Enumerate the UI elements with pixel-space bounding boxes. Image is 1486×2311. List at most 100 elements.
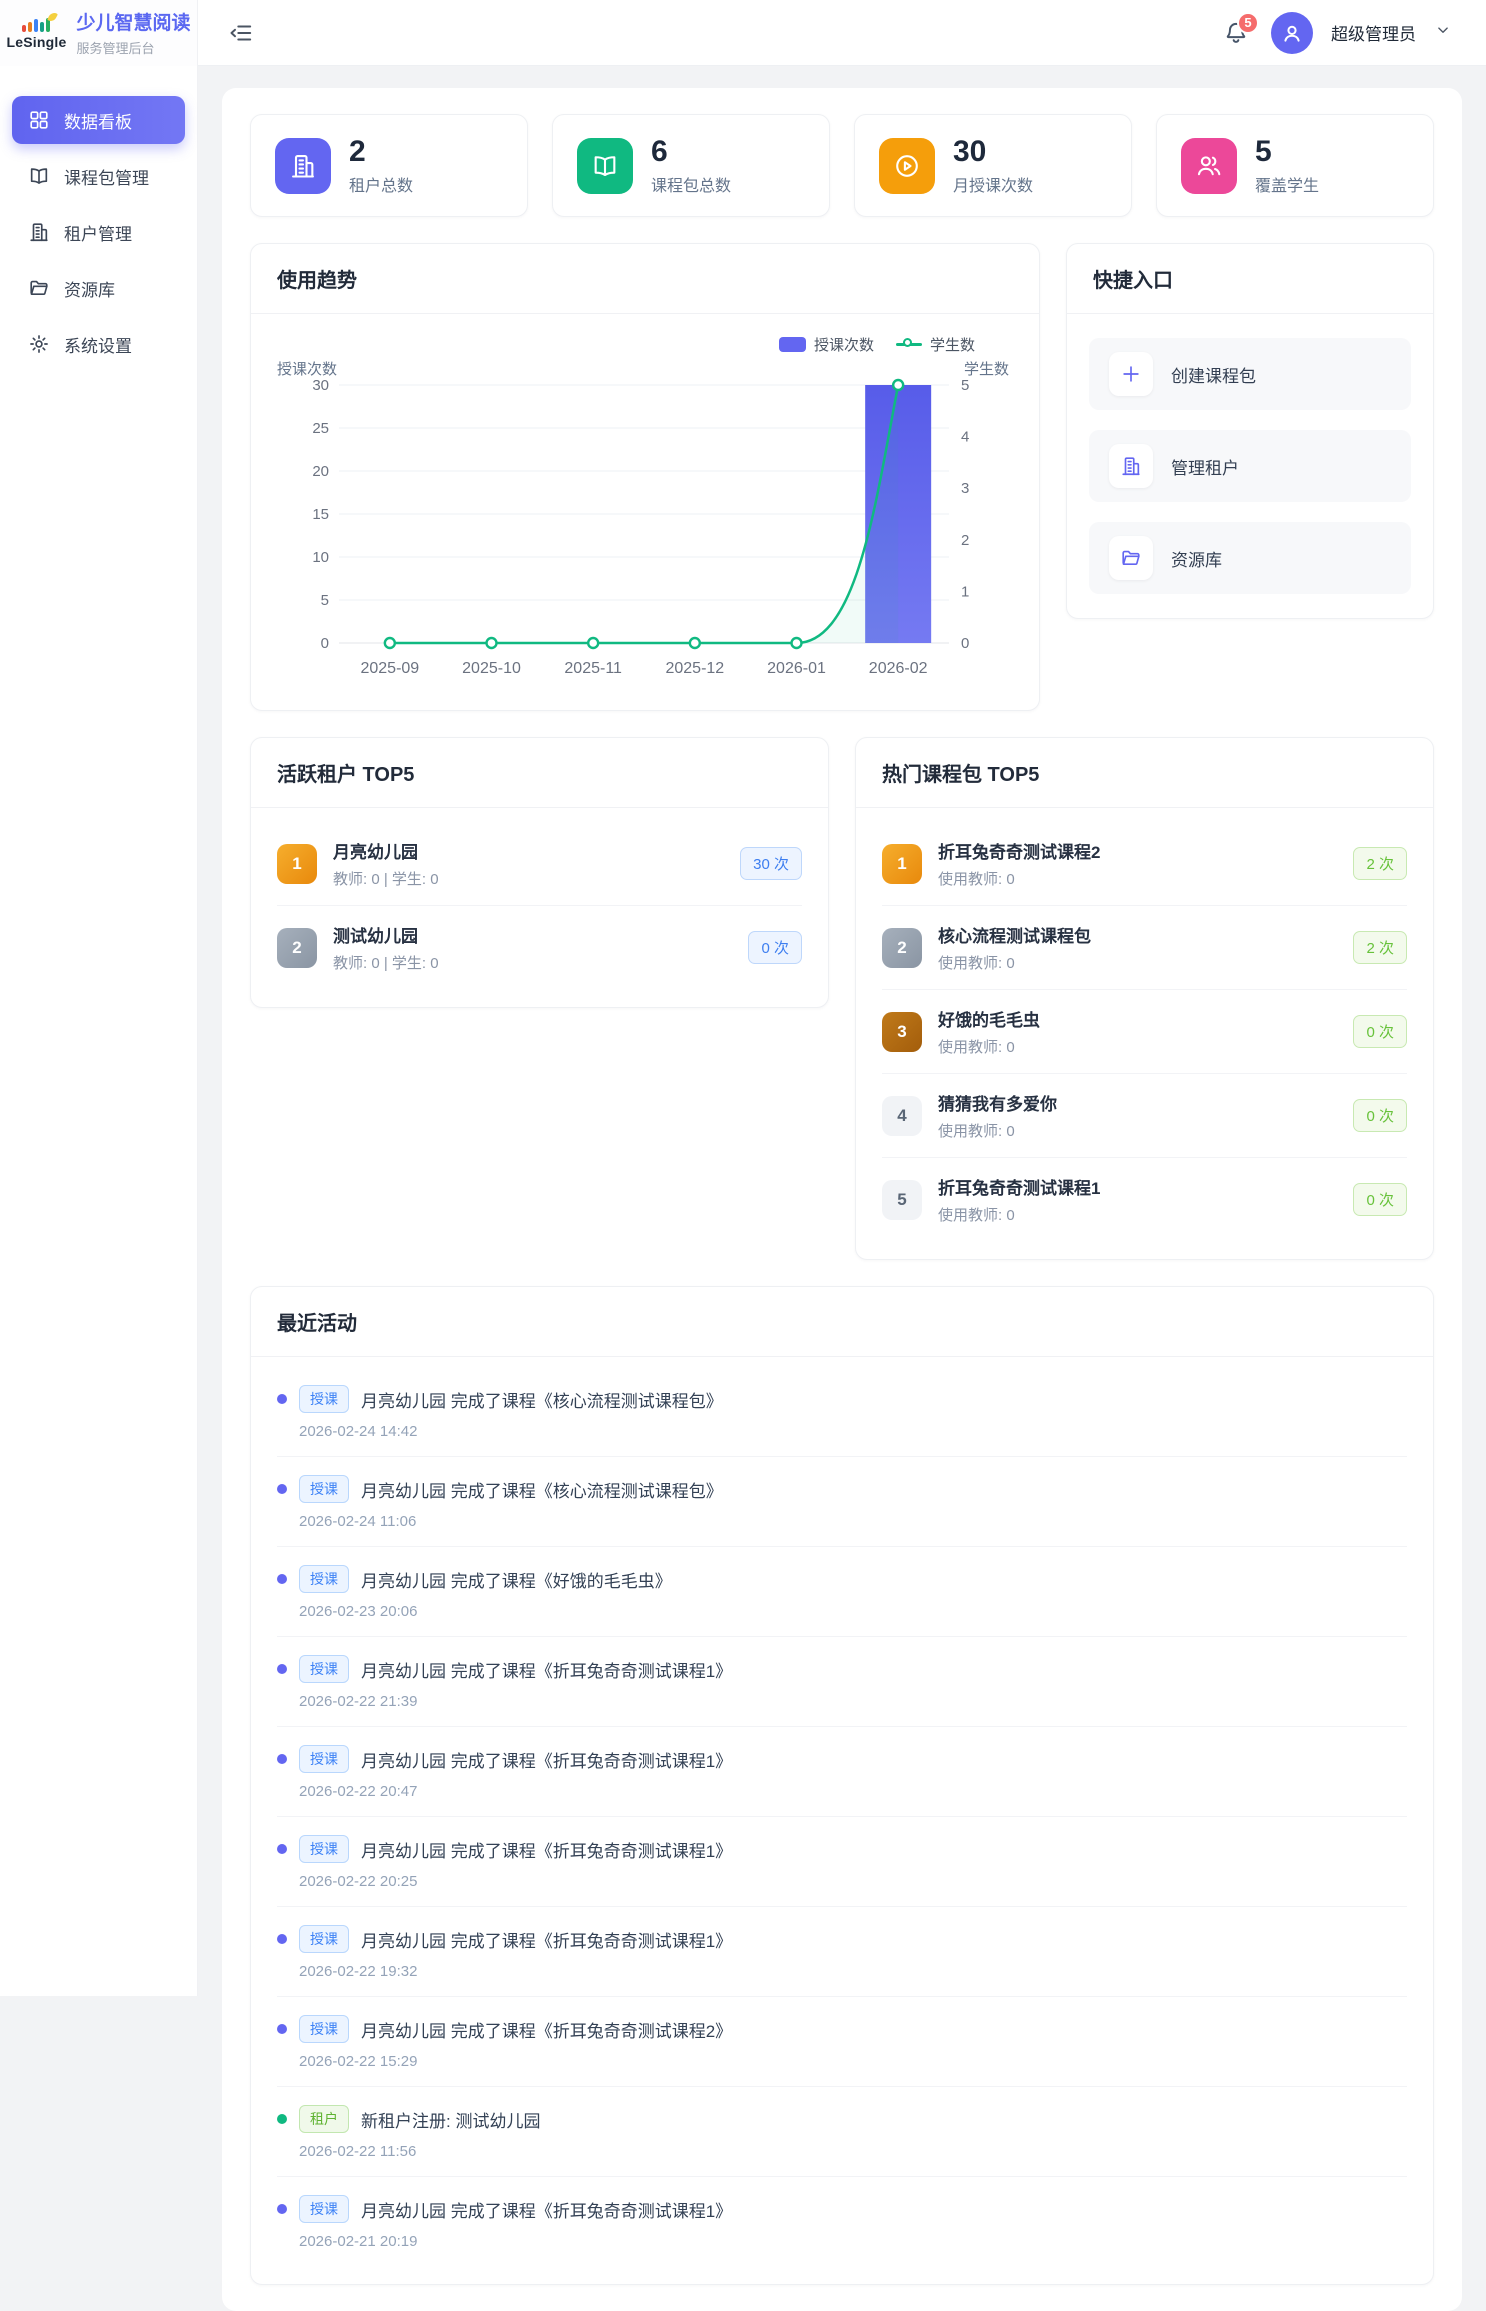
activity-item: 授课月亮幼儿园 完成了课程《核心流程测试课程包》 2026-02-24 11:0… [277,1457,1407,1547]
app-title: 少儿智慧阅读 [76,8,190,35]
activity-text: 月亮幼儿园 完成了课程《折耳兔奇奇测试课程1》 [361,1747,732,1772]
sidebar-item-dashboard[interactable]: 数据看板 [12,96,185,144]
activity-item: 授课月亮幼儿园 完成了课程《折耳兔奇奇测试课程1》 2026-02-22 21:… [277,1637,1407,1727]
stat-value: 5 [1255,135,1319,168]
book-icon [28,165,50,187]
rank-badge: 3 [882,1012,922,1052]
sidebar-item-tenants[interactable]: 租户管理 [12,208,185,256]
app-subtitle: 服务管理后台 [76,38,190,57]
course-rank-row: 2 核心流程测试课程包使用教师: 0 2 次 [882,906,1407,990]
sidebar-item-resources[interactable]: 资源库 [12,264,185,312]
notification-bell-icon[interactable]: 5 [1219,16,1253,50]
rank-badge: 2 [882,928,922,968]
svg-text:2: 2 [961,532,969,549]
rank-badge: 2 [277,928,317,968]
usage-trend-title: 使用趋势 [251,244,1039,314]
activity-item: 授课月亮幼儿园 完成了课程《好饿的毛毛虫》 2026-02-23 20:06 [277,1547,1407,1637]
activity-text: 月亮幼儿园 完成了课程《折耳兔奇奇测试课程1》 [361,2197,732,2222]
chart-legend: 授课次数 学生数 [273,334,1017,355]
legend-label: 授课次数 [814,334,874,355]
stat-label: 课程包总数 [651,172,731,196]
svg-text:5: 5 [321,592,329,609]
user-menu-chevron-down-icon[interactable] [1434,21,1452,44]
tenant-name: 月亮幼儿园 [333,838,724,863]
tenant-sub: 教师: 0 | 学生: 0 [333,952,732,973]
svg-text:2025-10: 2025-10 [462,660,521,677]
svg-text:2026-02: 2026-02 [869,660,928,677]
quick-item-label: 创建课程包 [1171,362,1256,387]
usage-trend-chart: 授课次数 学生数 051015202530012345授课次数学生数2025-0… [251,314,1039,710]
activity-dot [277,1844,287,1854]
activity-dot [277,2024,287,2034]
collapse-sidebar-icon[interactable] [224,16,258,50]
stat-label: 月授课次数 [953,172,1033,196]
sidebar-item-settings[interactable]: 系统设置 [12,320,185,368]
activity-dot [277,2114,287,2124]
activity-dot [277,1934,287,1944]
tenant-name: 测试幼儿园 [333,922,732,947]
use-count-badge: 2 次 [1353,847,1407,880]
activity-tag: 授课 [299,1385,349,1413]
quick-resource-library[interactable]: 资源库 [1089,522,1411,594]
svg-text:1: 1 [961,583,969,600]
activity-time: 2026-02-22 20:25 [299,1873,1407,1890]
app-logo: LeSingle 少儿智慧阅读 服务管理后台 [0,0,198,66]
active-tenants-card: 活跃租户 TOP5 1 月亮幼儿园教师: 0 | 学生: 0 30 次 2 测试… [250,737,829,1008]
legend-line-swatch [896,343,922,346]
svg-text:2025-09: 2025-09 [360,660,419,677]
sidebar-item-course-packages[interactable]: 课程包管理 [12,152,185,200]
activity-dot [277,1754,287,1764]
svg-text:20: 20 [312,463,329,480]
activity-item: 授课月亮幼儿园 完成了课程《折耳兔奇奇测试课程1》 2026-02-21 20:… [277,2177,1407,2266]
sidebar-item-label: 系统设置 [64,332,132,357]
quick-manage-tenants[interactable]: 管理租户 [1089,430,1411,502]
stat-card-tenants: 2 租户总数 [250,114,528,217]
activity-time: 2026-02-24 14:42 [299,1423,1407,1440]
main-content: 2 租户总数 6 课程包总数 30 月授课次数 5 覆盖学生 使用趋势 [198,66,1486,1996]
gear-icon [28,333,50,355]
activity-dot [277,1574,287,1584]
user-avatar[interactable] [1271,12,1313,54]
user-name[interactable]: 超级管理员 [1331,20,1416,45]
hot-course-packages-title: 热门课程包 TOP5 [856,738,1433,808]
tenant-sub: 教师: 0 | 学生: 0 [333,868,724,889]
course-rank-row: 1 折耳兔奇奇测试课程2使用教师: 0 2 次 [882,822,1407,906]
svg-text:2026-01: 2026-01 [767,660,826,677]
use-count-badge: 2 次 [1353,931,1407,964]
svg-text:4: 4 [961,429,969,446]
sidebar-nav: 数据看板 课程包管理 租户管理 资源库 系统设置 [0,66,198,1996]
rank-badge: 1 [882,844,922,884]
activity-text: 月亮幼儿园 完成了课程《好饿的毛毛虫》 [361,1567,672,1592]
active-tenants-title: 活跃租户 TOP5 [251,738,828,808]
brand-name: LeSingle [7,34,67,50]
activity-text: 新租户注册: 测试幼儿园 [361,2107,540,2132]
lesson-count-badge: 0 次 [748,931,802,964]
course-name: 核心流程测试课程包 [938,922,1337,947]
activity-tag: 授课 [299,1835,349,1863]
book-icon [577,138,633,194]
course-sub: 使用教师: 0 [938,952,1337,973]
activity-time: 2026-02-22 15:29 [299,2053,1407,2070]
rank-badge: 5 [882,1180,922,1220]
activity-time: 2026-02-23 20:06 [299,1603,1407,1620]
play-circle-icon [879,138,935,194]
quick-create-course-package[interactable]: 创建课程包 [1089,338,1411,410]
svg-text:15: 15 [312,506,329,523]
course-sub: 使用教师: 0 [938,1204,1337,1225]
course-sub: 使用教师: 0 [938,1120,1337,1141]
quick-entries-title: 快捷入口 [1067,244,1433,314]
activity-text: 月亮幼儿园 完成了课程《折耳兔奇奇测试课程1》 [361,1837,732,1862]
building-icon [275,138,331,194]
activity-item: 授课月亮幼儿园 完成了课程《折耳兔奇奇测试课程2》 2026-02-22 15:… [277,1997,1407,2087]
activity-text: 月亮幼儿园 完成了课程《折耳兔奇奇测试课程1》 [361,1657,732,1682]
legend-bar-swatch [779,337,806,352]
activity-tag: 授课 [299,1655,349,1683]
tenant-rank-row: 2 测试幼儿园教师: 0 | 学生: 0 0 次 [277,906,802,989]
quick-entries-card: 快捷入口 创建课程包 管理租户 资源库 [1066,243,1434,619]
sidebar-item-label: 租户管理 [64,220,132,245]
course-sub: 使用教师: 0 [938,1036,1337,1057]
activity-dot [277,1664,287,1674]
users-icon [1181,138,1237,194]
svg-text:2025-11: 2025-11 [564,660,622,677]
activity-item: 租户新租户注册: 测试幼儿园 2026-02-22 11:56 [277,2087,1407,2177]
